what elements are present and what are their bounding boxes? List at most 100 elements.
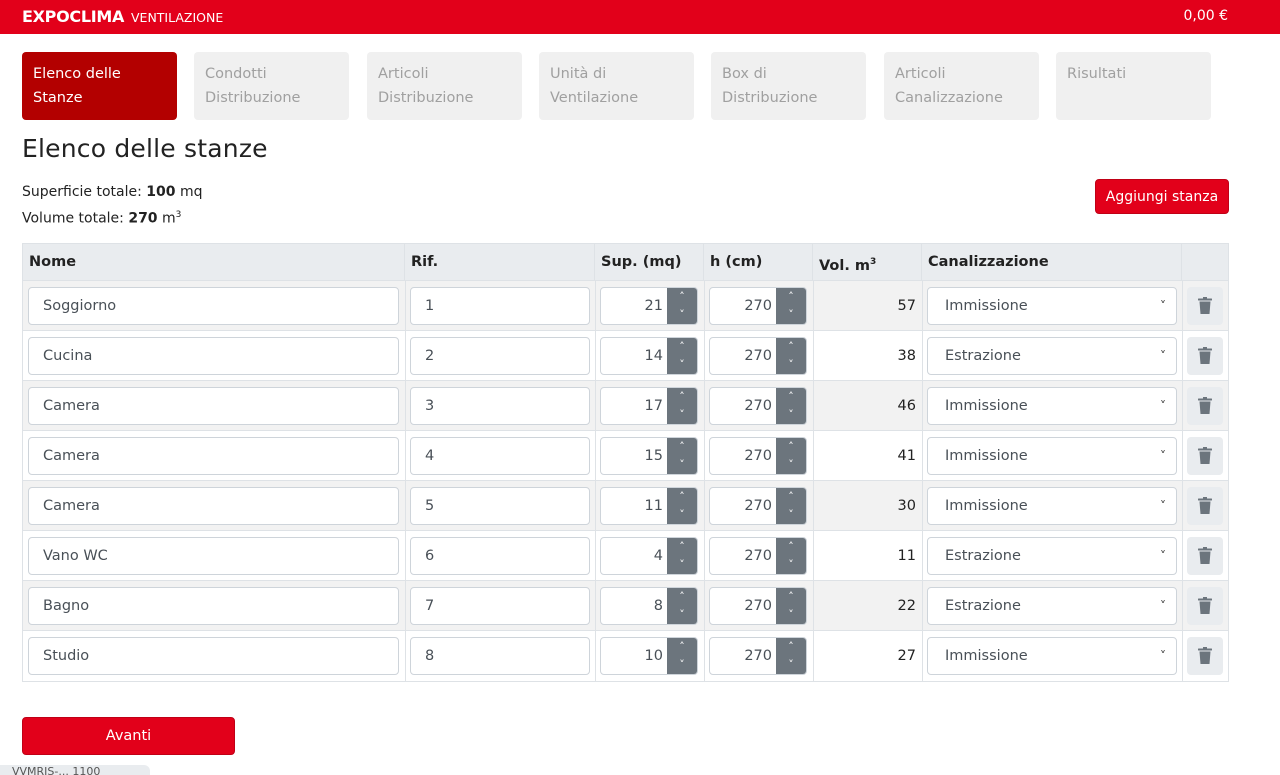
- room-ref-input[interactable]: 5: [410, 487, 590, 525]
- step-tab-4[interactable]: Unità di Ventilazione: [539, 52, 694, 120]
- room-ref-input[interactable]: 4: [410, 437, 590, 475]
- step-tab-2[interactable]: Condotti Distribuzione: [194, 52, 349, 120]
- height-stepper[interactable]: 270 ˄ ˅: [709, 437, 807, 475]
- chevron-up-icon[interactable]: ˄: [667, 438, 697, 456]
- chevron-down-icon[interactable]: ˅: [667, 606, 697, 624]
- delete-room-button[interactable]: [1187, 337, 1223, 375]
- surface-stepper[interactable]: 11 ˄ ˅: [600, 487, 698, 525]
- surface-stepper[interactable]: 15 ˄ ˅: [600, 437, 698, 475]
- room-name-input[interactable]: Bagno: [28, 587, 399, 625]
- room-ref-input[interactable]: 8: [410, 637, 590, 675]
- chevron-up-icon[interactable]: ˄: [667, 538, 697, 556]
- chevron-up-icon[interactable]: ˄: [667, 288, 697, 306]
- chevron-down-icon[interactable]: ˅: [776, 606, 806, 624]
- chevron-down-icon[interactable]: ˅: [776, 306, 806, 324]
- canalizzazione-select[interactable]: Immissione ˅: [927, 387, 1177, 425]
- surface-stepper[interactable]: 4 ˄ ˅: [600, 537, 698, 575]
- chevron-up-icon[interactable]: ˄: [776, 588, 806, 606]
- room-ref-input[interactable]: 7: [410, 587, 590, 625]
- height-stepper[interactable]: 270 ˄ ˅: [709, 287, 807, 325]
- surface-stepper[interactable]: 8 ˄ ˅: [600, 587, 698, 625]
- chevron-up-icon[interactable]: ˄: [667, 638, 697, 656]
- chevron-down-icon[interactable]: ˅: [776, 556, 806, 574]
- step-tab-3[interactable]: Articoli Distribuzione: [367, 52, 522, 120]
- chevron-up-icon[interactable]: ˄: [667, 388, 697, 406]
- room-name-input[interactable]: Studio: [28, 637, 399, 675]
- surface-stepper[interactable]: 14 ˄ ˅: [600, 337, 698, 375]
- height-stepper[interactable]: 270 ˄ ˅: [709, 337, 807, 375]
- height-stepper[interactable]: 270 ˄ ˅: [709, 387, 807, 425]
- step-tab-6[interactable]: Articoli Canalizzazione: [884, 52, 1039, 120]
- room-volume: 46: [897, 398, 916, 414]
- chevron-down-icon[interactable]: ˅: [667, 356, 697, 374]
- add-room-button[interactable]: Aggiungi stanza: [1095, 179, 1229, 214]
- delete-room-button[interactable]: [1187, 637, 1223, 675]
- chevron-down-icon[interactable]: ˅: [667, 406, 697, 424]
- room-name-input[interactable]: Vano WC: [28, 537, 399, 575]
- canalizzazione-select[interactable]: Immissione ˅: [927, 287, 1177, 325]
- canalizzazione-select[interactable]: Estrazione ˅: [927, 587, 1177, 625]
- height-stepper[interactable]: 270 ˄ ˅: [709, 487, 807, 525]
- chevron-down-icon[interactable]: ˅: [776, 406, 806, 424]
- canalizzazione-select[interactable]: Estrazione ˅: [927, 537, 1177, 575]
- chevron-up-icon[interactable]: ˄: [776, 488, 806, 506]
- delete-room-button[interactable]: [1187, 437, 1223, 475]
- chevron-up-icon[interactable]: ˄: [776, 438, 806, 456]
- table-row: Bagno 7 8 ˄ ˅ 270 ˄ ˅ 22 Estrazione ˅: [23, 581, 1228, 631]
- height-stepper[interactable]: 270 ˄ ˅: [709, 587, 807, 625]
- column-divider: [922, 381, 923, 430]
- chevron-down-icon[interactable]: ˅: [667, 656, 697, 674]
- canalizzazione-select[interactable]: Immissione ˅: [927, 437, 1177, 475]
- canalizzazione-select[interactable]: Immissione ˅: [927, 637, 1177, 675]
- step-tab-1[interactable]: Elenco delle Stanze: [22, 52, 177, 120]
- room-name-input[interactable]: Soggiorno: [28, 287, 399, 325]
- chevron-up-icon[interactable]: ˄: [667, 488, 697, 506]
- delete-room-button[interactable]: [1187, 537, 1223, 575]
- brand-logo[interactable]: EXPOCLIMA: [22, 7, 124, 26]
- room-volume: 41: [897, 448, 916, 464]
- room-name-input[interactable]: Cucina: [28, 337, 399, 375]
- room-name-input[interactable]: Camera: [28, 387, 399, 425]
- chevron-up-icon[interactable]: ˄: [776, 338, 806, 356]
- delete-room-button[interactable]: [1187, 287, 1223, 325]
- chevron-up-icon[interactable]: ˄: [776, 288, 806, 306]
- chevron-up-icon[interactable]: ˄: [667, 588, 697, 606]
- surface-stepper[interactable]: 10 ˄ ˅: [600, 637, 698, 675]
- chevron-up-icon[interactable]: ˄: [776, 638, 806, 656]
- step-tab-7[interactable]: Risultati: [1056, 52, 1211, 120]
- chevron-down-icon[interactable]: ˅: [776, 656, 806, 674]
- height-stepper[interactable]: 270 ˄ ˅: [709, 537, 807, 575]
- room-ref-input[interactable]: 1: [410, 287, 590, 325]
- canalizzazione-select[interactable]: Immissione ˅: [927, 487, 1177, 525]
- height-stepper[interactable]: 270 ˄ ˅: [709, 637, 807, 675]
- room-ref-input[interactable]: 3: [410, 387, 590, 425]
- room-ref-input[interactable]: 6: [410, 537, 590, 575]
- surface-value: 14: [644, 348, 663, 364]
- surface-stepper[interactable]: 17 ˄ ˅: [600, 387, 698, 425]
- chevron-down-icon[interactable]: ˅: [776, 356, 806, 374]
- chevron-up-icon[interactable]: ˄: [776, 388, 806, 406]
- surface-stepper[interactable]: 21 ˄ ˅: [600, 287, 698, 325]
- delete-room-button[interactable]: [1187, 387, 1223, 425]
- column-divider: [704, 331, 705, 380]
- room-ref-input[interactable]: 2: [410, 337, 590, 375]
- room-name-input[interactable]: Camera: [28, 487, 399, 525]
- chevron-up-icon[interactable]: ˄: [776, 538, 806, 556]
- surface-spinner: ˄ ˅: [667, 438, 697, 474]
- column-divider: [1182, 531, 1183, 580]
- room-name-input[interactable]: Camera: [28, 437, 399, 475]
- chevron-down-icon[interactable]: ˅: [776, 456, 806, 474]
- next-button[interactable]: Avanti: [22, 717, 235, 755]
- chevron-down-icon[interactable]: ˅: [776, 506, 806, 524]
- delete-room-button[interactable]: [1187, 487, 1223, 525]
- chevron-up-icon[interactable]: ˄: [667, 338, 697, 356]
- canalizzazione-select[interactable]: Estrazione ˅: [927, 337, 1177, 375]
- chevron-down-icon[interactable]: ˅: [667, 506, 697, 524]
- chevron-down-icon[interactable]: ˅: [667, 306, 697, 324]
- cart-total[interactable]: 0,00 €: [1183, 8, 1228, 24]
- canalizzazione-value: Estrazione: [945, 348, 1021, 364]
- step-tab-5[interactable]: Box di Distribuzione: [711, 52, 866, 120]
- delete-room-button[interactable]: [1187, 587, 1223, 625]
- chevron-down-icon[interactable]: ˅: [667, 556, 697, 574]
- chevron-down-icon[interactable]: ˅: [667, 456, 697, 474]
